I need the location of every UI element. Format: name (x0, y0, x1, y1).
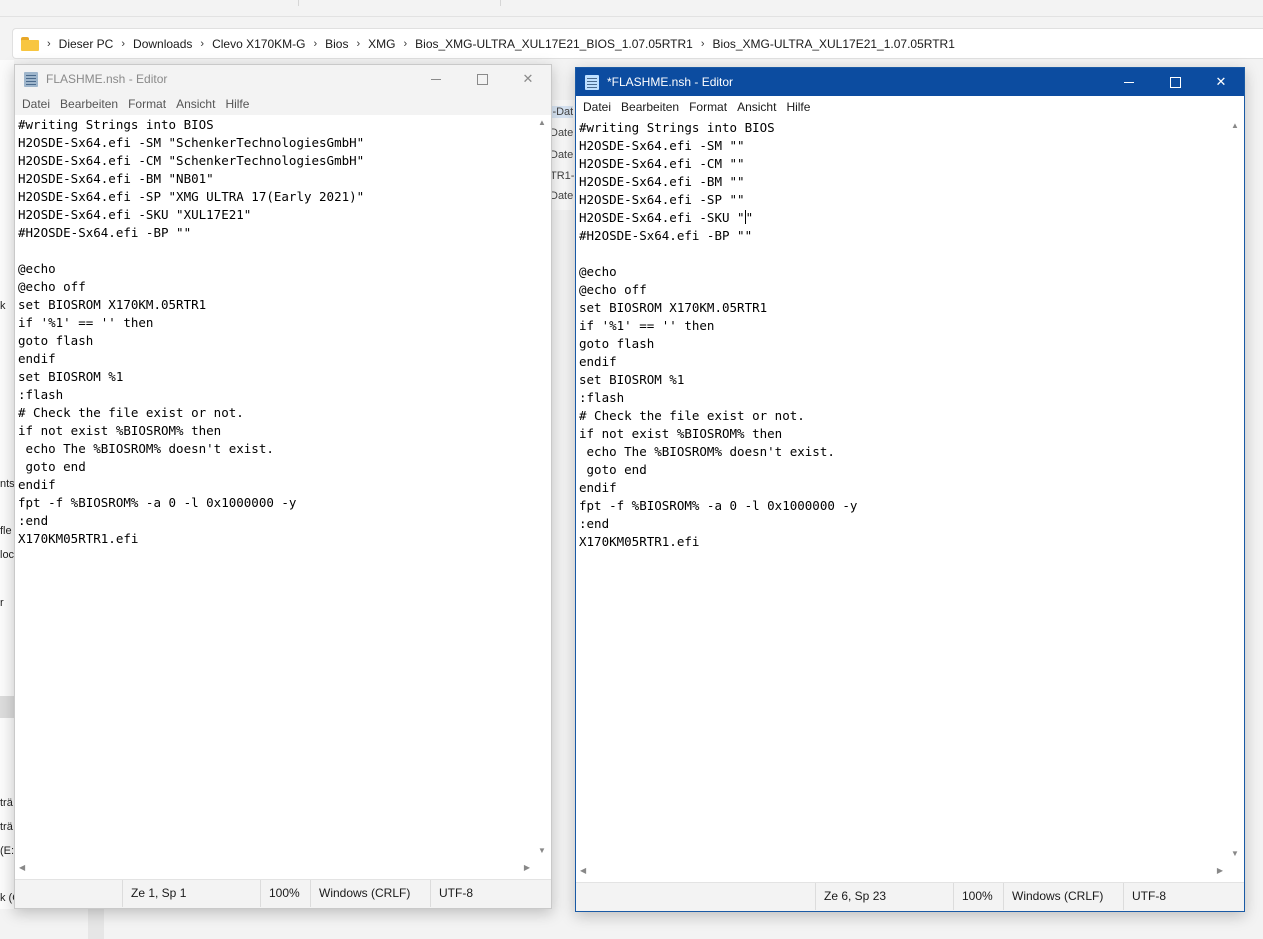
column-fragment: TR1- (550, 170, 575, 182)
scroll-left-icon[interactable]: ◀ (580, 866, 586, 875)
nav-item[interactable]: trä (0, 821, 14, 833)
title-bar[interactable]: FLASHME.nsh - Editor ✕ (15, 65, 551, 93)
scroll-down-icon[interactable]: ▼ (538, 846, 546, 855)
chevron-right-icon[interactable]: › (403, 38, 407, 50)
explorer-navigation-pane: k nts fle loc r trä trä (E:) k (C 0 (0, 60, 14, 939)
maximize-button[interactable] (459, 65, 505, 93)
chevron-right-icon[interactable]: › (356, 38, 360, 50)
breadcrumb-item[interactable]: Dieser PC (59, 37, 114, 51)
window-title: FLASHME.nsh - Editor (46, 72, 168, 86)
horizontal-scrollbar[interactable]: ◀ ▶ (576, 861, 1227, 883)
nav-item[interactable]: k (0, 300, 14, 312)
nav-item[interactable]: r (0, 597, 14, 609)
status-encoding: UTF-8 (1123, 883, 1166, 910)
nav-item[interactable]: loc (0, 549, 14, 561)
status-bar: Ze 1, Sp 1 100% Windows (CRLF) UTF-8 (15, 879, 551, 908)
explorer-bottom-area (0, 909, 1263, 939)
column-fragment: l-Dat (550, 106, 574, 118)
file-content-after-caret[interactable]: " #H2OSDE-Sx64.efi -BP "" @echo @echo of… (579, 210, 857, 549)
notepad-window-modified[interactable]: *FLASHME.nsh - Editor ✕ Datei Bearbeiten… (575, 67, 1245, 912)
status-line-ending: Windows (CRLF) (1003, 883, 1103, 910)
status-zoom: 100% (260, 880, 300, 907)
explorer-scrollbar[interactable] (88, 909, 104, 939)
maximize-button[interactable] (1152, 68, 1198, 96)
status-encoding: UTF-8 (430, 880, 473, 907)
nav-item[interactable]: (E:) (0, 845, 14, 857)
explorer-toolbar (0, 0, 1263, 17)
breadcrumb-item[interactable]: Bios_XMG-ULTRA_XUL17E21_1.07.05RTR1 (713, 37, 955, 51)
status-cursor-position: Ze 6, Sp 23 (815, 883, 886, 910)
menu-format[interactable]: Format (684, 100, 732, 114)
breadcrumb-item[interactable]: Downloads (133, 37, 192, 51)
menu-datei[interactable]: Datei (578, 100, 616, 114)
scroll-up-icon[interactable]: ▲ (538, 118, 546, 127)
menu-datei[interactable]: Datei (17, 97, 55, 111)
chevron-right-icon[interactable]: › (313, 38, 317, 50)
menu-bearbeiten[interactable]: Bearbeiten (55, 97, 123, 111)
explorer-column-fragments: l-Dat Date Date TR1- Date (549, 100, 577, 210)
menu-hilfe[interactable]: Hilfe (220, 97, 254, 111)
minimize-icon (1124, 81, 1134, 83)
scroll-up-icon[interactable]: ▲ (1231, 121, 1239, 130)
text-editor-area[interactable]: #writing Strings into BIOS H2OSDE-Sx64.e… (576, 118, 1227, 861)
notepad-icon (24, 71, 38, 87)
nav-item[interactable]: nts (0, 478, 14, 490)
folder-icon (21, 36, 39, 51)
horizontal-scrollbar[interactable]: ◀ ▶ (15, 858, 534, 880)
address-bar[interactable]: › Dieser PC › Downloads › Clevo X170KM-G… (12, 28, 1263, 59)
nav-item[interactable]: trä (0, 797, 14, 809)
menu-bearbeiten[interactable]: Bearbeiten (616, 100, 684, 114)
nav-item[interactable]: k (C (0, 892, 14, 904)
minimize-icon (431, 78, 441, 80)
chevron-right-icon[interactable]: › (200, 38, 204, 50)
menu-bar: Datei Bearbeiten Format Ansicht Hilfe (15, 93, 551, 116)
chevron-right-icon[interactable]: › (121, 38, 125, 50)
file-content[interactable]: #writing Strings into BIOS H2OSDE-Sx64.e… (15, 115, 534, 548)
close-icon: ✕ (522, 71, 534, 86)
scroll-down-icon[interactable]: ▼ (1231, 849, 1239, 858)
menu-hilfe[interactable]: Hilfe (781, 100, 815, 114)
maximize-icon (476, 73, 488, 85)
breadcrumb-item[interactable]: Bios_XMG-ULTRA_XUL17E21_BIOS_1.07.05RTR1 (415, 37, 693, 51)
chevron-right-icon[interactable]: › (47, 38, 51, 50)
notepad-icon (585, 74, 599, 90)
menu-format[interactable]: Format (123, 97, 171, 111)
minimize-button[interactable] (1106, 68, 1152, 96)
close-icon: ✕ (1215, 74, 1227, 89)
scroll-right-icon[interactable]: ▶ (524, 863, 530, 872)
menu-ansicht[interactable]: Ansicht (732, 100, 781, 114)
scroll-left-icon[interactable]: ◀ (19, 863, 25, 872)
window-title: *FLASHME.nsh - Editor (607, 75, 734, 89)
column-fragment: Date (550, 149, 574, 161)
column-fragment: Date (550, 127, 574, 139)
status-zoom: 100% (953, 883, 993, 910)
text-editor-area[interactable]: #writing Strings into BIOS H2OSDE-Sx64.e… (15, 115, 534, 858)
close-button[interactable]: ✕ (1198, 68, 1244, 96)
file-content[interactable]: #writing Strings into BIOS H2OSDE-Sx64.e… (576, 118, 1227, 551)
status-bar: Ze 6, Sp 23 100% Windows (CRLF) UTF-8 (576, 882, 1244, 911)
breadcrumb-item[interactable]: Clevo X170KM-G (212, 37, 305, 51)
scroll-right-icon[interactable]: ▶ (1217, 866, 1223, 875)
status-line-ending: Windows (CRLF) (310, 880, 410, 907)
toolbar-separator (500, 0, 501, 6)
breadcrumb-item[interactable]: Bios (325, 37, 348, 51)
status-cursor-position: Ze 1, Sp 1 (122, 880, 186, 907)
nav-item[interactable]: fle (0, 525, 14, 537)
title-bar[interactable]: *FLASHME.nsh - Editor ✕ (576, 68, 1244, 96)
toolbar-separator (298, 0, 299, 6)
menu-bar: Datei Bearbeiten Format Ansicht Hilfe (576, 96, 1244, 119)
chevron-right-icon[interactable]: › (701, 38, 705, 50)
menu-ansicht[interactable]: Ansicht (171, 97, 220, 111)
close-button[interactable]: ✕ (505, 65, 551, 93)
minimize-button[interactable] (413, 65, 459, 93)
breadcrumb-item[interactable]: XMG (368, 37, 395, 51)
notepad-window-original[interactable]: FLASHME.nsh - Editor ✕ Datei Bearbeiten … (14, 64, 552, 909)
vertical-scrollbar[interactable]: ▲ ▼ (534, 115, 551, 858)
nav-item-selected[interactable] (0, 696, 14, 718)
maximize-icon (1169, 76, 1181, 88)
vertical-scrollbar[interactable]: ▲ ▼ (1227, 118, 1244, 861)
column-fragment: Date (550, 190, 574, 202)
